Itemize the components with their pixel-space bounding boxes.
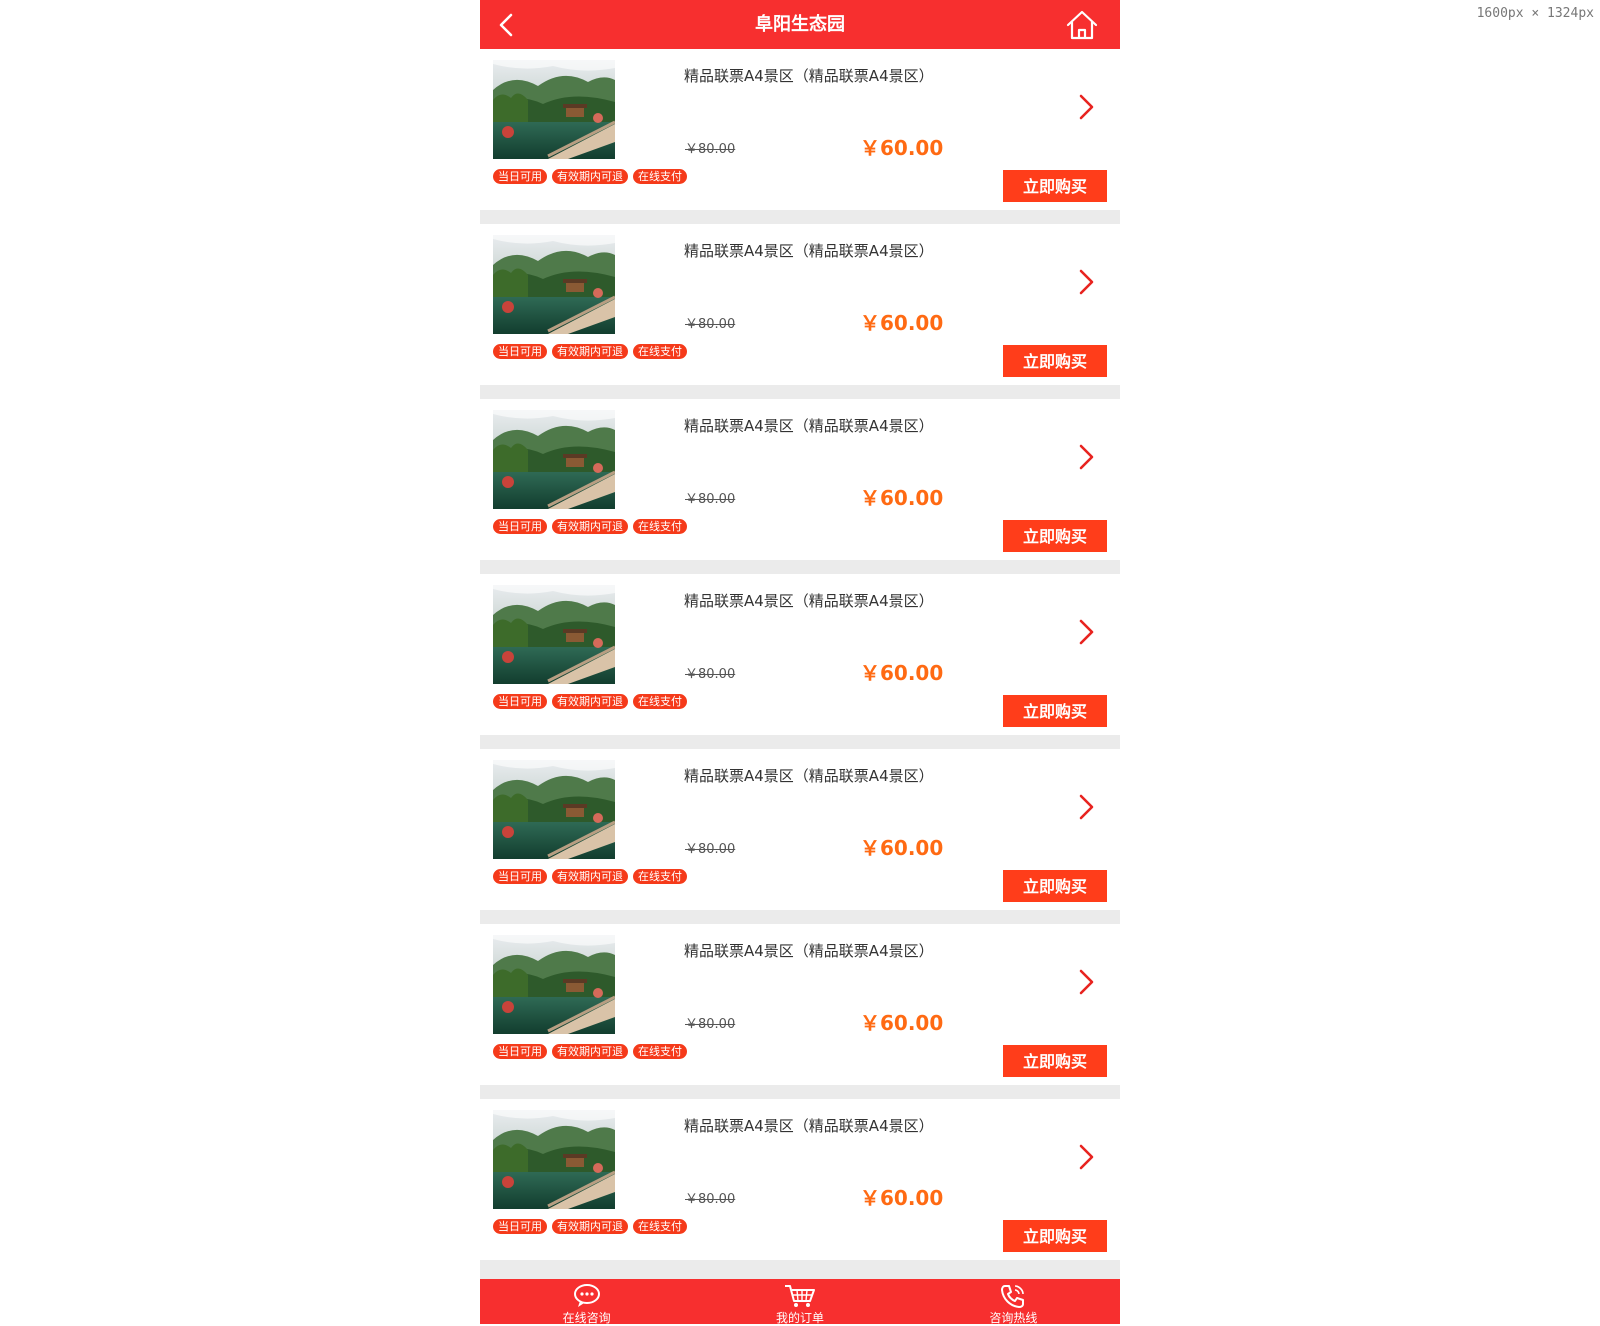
mobile-page: 阜阳生态园 精品联票A4景区（精品联票A4景区） ￥80.00 ￥60.00 当… xyxy=(480,0,1120,1325)
ticket-tag: 有效期内可退 xyxy=(552,519,628,534)
shopping-cart-icon xyxy=(784,1285,815,1307)
buy-now-button[interactable]: 立即购买 xyxy=(1003,345,1107,377)
sale-price: ￥60.00 xyxy=(860,486,944,510)
chevron-right-icon[interactable] xyxy=(1076,443,1096,471)
ticket-title: 精品联票A4景区（精品联票A4景区） xyxy=(684,942,934,960)
scenic-photo xyxy=(493,60,615,159)
ticket-tag: 有效期内可退 xyxy=(552,1044,628,1059)
tab-label: 我的订单 xyxy=(775,1311,824,1325)
chevron-right-icon[interactable] xyxy=(1076,793,1096,821)
ticket-tag: 在线支付 xyxy=(633,344,687,359)
buy-now-button[interactable]: 立即购买 xyxy=(1003,1220,1107,1252)
buy-now-button[interactable]: 立即购买 xyxy=(1003,520,1107,552)
scenic-photo xyxy=(493,935,615,1034)
scenic-photo xyxy=(493,760,615,859)
original-price: ￥80.00 xyxy=(685,1017,736,1032)
buy-now-button[interactable]: 立即购买 xyxy=(1003,870,1107,902)
ticket-card[interactable]: 精品联票A4景区（精品联票A4景区） ￥80.00 ￥60.00 当日可用 有效期… xyxy=(480,399,1120,560)
ticket-tag: 当日可用 xyxy=(493,1044,547,1059)
ticket-title: 精品联票A4景区（精品联票A4景区） xyxy=(684,767,934,785)
tab-label: 在线咨询 xyxy=(562,1311,611,1325)
bottom-tabbar: 在线咨询 我的订单 咨询热线 xyxy=(480,1279,1120,1325)
ticket-tag: 在线支付 xyxy=(633,519,687,534)
ticket-card[interactable]: 精品联票A4景区（精品联票A4景区） ￥80.00 ￥60.00 当日可用 有效期… xyxy=(480,1099,1120,1260)
ticket-title: 精品联票A4景区（精品联票A4景区） xyxy=(684,417,934,435)
ticket-tag: 在线支付 xyxy=(633,169,687,184)
chevron-right-icon[interactable] xyxy=(1076,93,1096,121)
ticket-tags: 当日可用 有效期内可退 在线支付 xyxy=(493,344,687,359)
ticket-list: 精品联票A4景区（精品联票A4景区） ￥80.00 ￥60.00 当日可用 有效期… xyxy=(480,49,1120,1274)
chevron-right-icon[interactable] xyxy=(1076,1143,1096,1171)
ticket-tag: 有效期内可退 xyxy=(552,169,628,184)
ticket-tags: 当日可用 有效期内可退 在线支付 xyxy=(493,1219,687,1234)
screen-size-label: 1600px × 1324px xyxy=(1476,6,1594,21)
ticket-tags: 当日可用 有效期内可退 在线支付 xyxy=(493,519,687,534)
ticket-tags: 当日可用 有效期内可退 在线支付 xyxy=(493,694,687,709)
ticket-title: 精品联票A4景区（精品联票A4景区） xyxy=(684,242,934,260)
scenic-photo xyxy=(493,235,615,334)
ticket-card[interactable]: 精品联票A4景区（精品联票A4景区） ￥80.00 ￥60.00 当日可用 有效期… xyxy=(480,49,1120,210)
ticket-tag: 有效期内可退 xyxy=(552,344,628,359)
ticket-tag: 在线支付 xyxy=(633,1219,687,1234)
ticket-tag: 在线支付 xyxy=(633,869,687,884)
sale-price: ￥60.00 xyxy=(860,136,944,160)
original-price: ￥80.00 xyxy=(685,317,736,332)
phone-icon xyxy=(1001,1285,1025,1308)
buy-now-button[interactable]: 立即购买 xyxy=(1003,695,1107,727)
tab-label: 咨询热线 xyxy=(989,1311,1038,1325)
ticket-tag: 当日可用 xyxy=(493,169,547,184)
scenic-photo xyxy=(493,1110,615,1209)
ticket-title: 精品联票A4景区（精品联票A4景区） xyxy=(684,67,934,85)
ticket-tags: 当日可用 有效期内可退 在线支付 xyxy=(493,869,687,884)
sale-price: ￥60.00 xyxy=(860,311,944,335)
ticket-card[interactable]: 精品联票A4景区（精品联票A4景区） ￥80.00 ￥60.00 当日可用 有效期… xyxy=(480,924,1120,1085)
sale-price: ￥60.00 xyxy=(860,1011,944,1035)
ticket-card[interactable]: 精品联票A4景区（精品联票A4景区） ￥80.00 ￥60.00 当日可用 有效期… xyxy=(480,224,1120,385)
ticket-tag: 当日可用 xyxy=(493,869,547,884)
ticket-tag: 有效期内可退 xyxy=(552,1219,628,1234)
home-icon[interactable] xyxy=(1064,8,1100,42)
ticket-tag: 当日可用 xyxy=(493,344,547,359)
scenic-photo xyxy=(493,585,615,684)
ticket-tag: 有效期内可退 xyxy=(552,869,628,884)
ticket-tag: 当日可用 xyxy=(493,694,547,709)
tab-online-consult[interactable]: 在线咨询 xyxy=(480,1279,693,1325)
chevron-right-icon[interactable] xyxy=(1076,268,1096,296)
original-price: ￥80.00 xyxy=(685,667,736,682)
scenic-photo xyxy=(493,410,615,509)
original-price: ￥80.00 xyxy=(685,142,736,157)
buy-now-button[interactable]: 立即购买 xyxy=(1003,170,1107,202)
sale-price: ￥60.00 xyxy=(860,1186,944,1210)
chat-bubble-icon xyxy=(573,1284,600,1307)
buy-now-button[interactable]: 立即购买 xyxy=(1003,1045,1107,1077)
ticket-card[interactable]: 精品联票A4景区（精品联票A4景区） ￥80.00 ￥60.00 当日可用 有效期… xyxy=(480,749,1120,910)
original-price: ￥80.00 xyxy=(685,492,736,507)
top-navbar: 阜阳生态园 xyxy=(480,0,1120,49)
ticket-card[interactable]: 精品联票A4景区（精品联票A4景区） ￥80.00 ￥60.00 当日可用 有效期… xyxy=(480,574,1120,735)
sale-price: ￥60.00 xyxy=(860,661,944,685)
ticket-tag: 当日可用 xyxy=(493,519,547,534)
page-title: 阜阳生态园 xyxy=(755,14,845,35)
tab-hotline[interactable]: 咨询热线 xyxy=(907,1279,1120,1325)
tab-my-orders[interactable]: 我的订单 xyxy=(693,1279,906,1325)
ticket-tag: 在线支付 xyxy=(633,1044,687,1059)
ticket-tag: 当日可用 xyxy=(493,1219,547,1234)
ticket-tags: 当日可用 有效期内可退 在线支付 xyxy=(493,1044,687,1059)
ticket-tag: 有效期内可退 xyxy=(552,694,628,709)
chevron-right-icon[interactable] xyxy=(1076,968,1096,996)
original-price: ￥80.00 xyxy=(685,1192,736,1207)
ticket-title: 精品联票A4景区（精品联票A4景区） xyxy=(684,1117,934,1135)
ticket-tag: 在线支付 xyxy=(633,694,687,709)
ticket-tags: 当日可用 有效期内可退 在线支付 xyxy=(493,169,687,184)
chevron-right-icon[interactable] xyxy=(1076,618,1096,646)
ticket-title: 精品联票A4景区（精品联票A4景区） xyxy=(684,592,934,610)
original-price: ￥80.00 xyxy=(685,842,736,857)
sale-price: ￥60.00 xyxy=(860,836,944,860)
